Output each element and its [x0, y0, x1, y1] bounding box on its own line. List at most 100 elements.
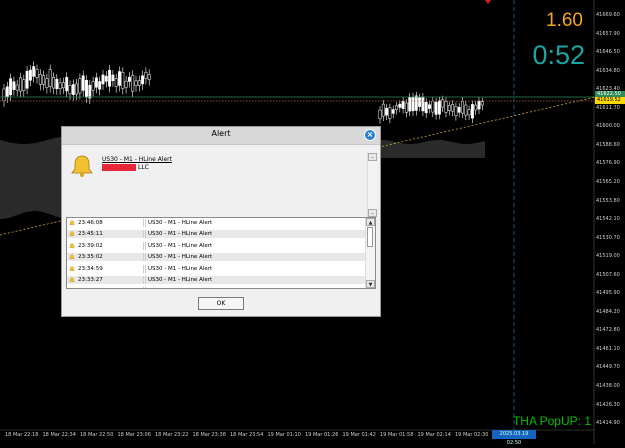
column-divider	[143, 264, 144, 273]
candle-body	[378, 109, 382, 120]
time-axis-label: 18 Mar 23:22	[155, 432, 189, 438]
candle-body	[464, 104, 468, 116]
candle-body	[9, 78, 13, 96]
candle-body	[5, 86, 9, 98]
price-axis-label: 41611.70	[596, 104, 620, 111]
bell-icon	[71, 155, 93, 177]
alert-text: US30 - M1 - HLine Alert	[145, 241, 212, 250]
candle-body	[88, 84, 92, 99]
alert-time: 23:34:59	[78, 265, 103, 272]
alert-text: US30 - M1 - HLine Alert	[145, 219, 212, 227]
candle-body	[42, 75, 46, 85]
candle-body	[401, 100, 405, 109]
list-row[interactable]: 23:46:08 US30 - M1 - HLine Alert	[67, 219, 367, 227]
time-axis-label: 19 Mar 01:58	[380, 432, 414, 438]
candle-body	[434, 101, 438, 115]
scroll-thumb[interactable]	[367, 227, 373, 247]
candle-body	[444, 101, 448, 113]
alert-time: 23:45:11	[78, 231, 103, 238]
list-row[interactable]: 23:45:11 US30 - M1 - HLine Alert	[67, 230, 367, 239]
time-axis-label: 19 Mar 01:26	[305, 432, 339, 438]
candle-body	[15, 84, 19, 91]
bell-icon	[69, 277, 75, 282]
alert-history-list[interactable]: 23:46:08 US30 - M1 - HLine Alert 23:45:11 U…	[66, 217, 376, 289]
candle-body	[28, 69, 32, 81]
price-axis-label: 41530.70	[596, 234, 620, 241]
message-scrollbar[interactable]: – –	[367, 153, 377, 218]
candle-body	[414, 95, 418, 111]
time-axis-label: 18 Mar 22:50	[80, 432, 114, 438]
candle-body	[75, 83, 79, 95]
alert-text: US30 - M1 - HLine Alert	[145, 276, 212, 284]
close-icon[interactable]: ×	[364, 129, 376, 141]
candle-body	[451, 104, 455, 112]
candle-body	[391, 109, 395, 114]
price-axis-label: 41519.00	[596, 253, 620, 260]
alert-text: US30 - M1 - Trendline Alert	[145, 287, 222, 288]
alert-text: US30 - M1 - HLine Alert	[145, 253, 212, 262]
price-axis-label: 41438.00	[596, 383, 620, 389]
candle-body	[408, 97, 412, 112]
price-axis-label: 41449.70	[596, 364, 620, 371]
time-axis-label: 18 Mar 22:18	[5, 432, 39, 438]
candle-timer: 0:52	[532, 40, 585, 70]
time-axis-label: 19 Mar 01:42	[342, 432, 376, 438]
list-row[interactable]: 23:35:02 US30 - M1 - HLine Alert	[67, 253, 367, 262]
time-axis-label: 18 Mar 23:54	[230, 432, 264, 438]
candle-body	[431, 100, 435, 113]
candle-body	[94, 77, 98, 88]
candle-body	[68, 85, 72, 95]
scroll-up-icon[interactable]: ▲	[366, 218, 375, 226]
price-axis-label: 41426.30	[596, 401, 620, 408]
candle-body	[65, 77, 69, 92]
column-divider	[143, 276, 144, 284]
price-axis-label: 41657.90	[596, 30, 620, 37]
bell-icon	[69, 288, 75, 289]
candle-body	[428, 104, 431, 109]
alert-text: US30 - M1 - HLine Alert	[145, 264, 212, 273]
list-row[interactable]: 23:34:59 US30 - M1 - HLine Alert	[67, 264, 367, 273]
alert-message-title: US30 - M1 - HLine Alert	[102, 156, 172, 163]
price-axis-label: 41669.60	[596, 12, 620, 18]
price-axis-label: 41565.20	[596, 178, 620, 185]
candle-body	[421, 96, 425, 112]
candle-body	[78, 78, 82, 94]
time-axis-label: 19 Mar 02:30	[455, 432, 489, 438]
alert-time: 23:33:27	[78, 277, 103, 283]
candle-body	[385, 107, 389, 116]
list-row[interactable]: 23:39:02 US30 - M1 - HLine Alert	[67, 241, 367, 250]
candle-body	[480, 101, 484, 106]
candle-body	[477, 100, 481, 110]
list-scrollbar[interactable]: ▲ ▼	[365, 218, 375, 288]
bell-icon	[69, 243, 75, 248]
price-axis-label: 41553.80	[596, 197, 620, 204]
bell-icon	[69, 231, 75, 237]
time-tag: 2025.03.19 02:50	[492, 430, 536, 446]
candle-body	[85, 79, 88, 98]
column-divider	[143, 230, 144, 239]
candle-body	[395, 105, 398, 110]
alert-dialog[interactable]: Alert × US30 - M1 - HLine Alert LLC – – …	[61, 126, 381, 317]
price-axis-label: 41472.80	[596, 327, 620, 334]
scroll-down-icon[interactable]: –	[368, 209, 377, 217]
candle-body	[35, 69, 39, 78]
list-row[interactable]: 23:33:27 US30 - M1 - HLine Alert	[67, 276, 367, 284]
candle-body	[12, 81, 16, 90]
candle-body	[418, 97, 422, 107]
list-row[interactable]: 23:32:43 US30 - M1 - Trendline Alert	[67, 287, 367, 289]
scroll-up-icon[interactable]: –	[368, 153, 377, 161]
candle-body	[144, 72, 148, 79]
dialog-titlebar[interactable]: Alert ×	[62, 127, 380, 145]
column-divider	[143, 241, 144, 250]
candle-body	[114, 78, 118, 87]
scroll-down-icon[interactable]: ▼	[366, 280, 375, 288]
column-divider	[143, 287, 144, 288]
candle-body	[19, 77, 22, 92]
candle-body	[381, 103, 385, 117]
ok-button[interactable]: OK	[198, 297, 244, 310]
candle-body	[32, 66, 36, 77]
candle-body	[457, 106, 461, 113]
candle-body	[98, 81, 102, 90]
candle-body	[461, 101, 464, 114]
candle-body	[91, 81, 95, 91]
